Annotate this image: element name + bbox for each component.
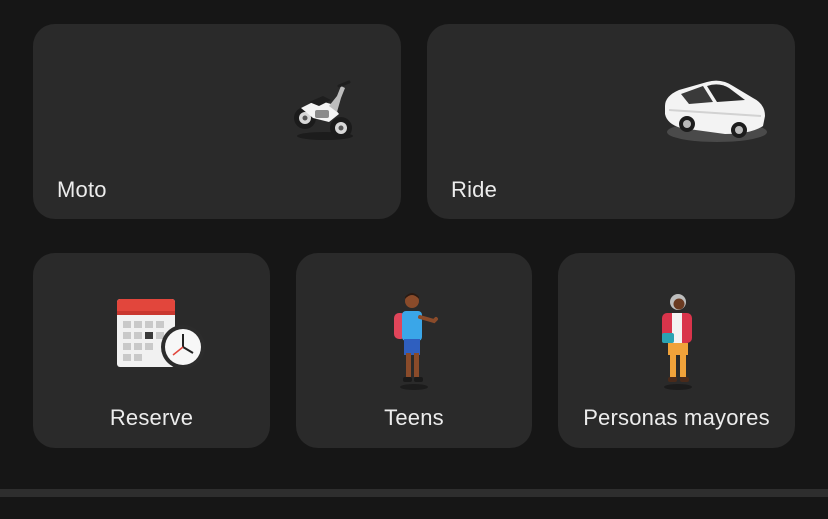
service-label: Ride — [451, 177, 498, 202]
service-label: Personas mayores — [583, 405, 770, 430]
service-card-personas-mayores[interactable]: Personas mayores — [558, 253, 795, 448]
services-screen: Moto Ride Reserve Teens Personas mayores — [0, 0, 828, 519]
teen-person-icon — [394, 293, 438, 390]
service-label: Reserve — [109, 405, 194, 430]
car-icon — [665, 80, 767, 142]
service-card-ride[interactable]: Ride — [427, 24, 795, 219]
service-label: Teens — [384, 405, 444, 430]
senior-person-icon — [662, 294, 692, 390]
service-card-teens[interactable]: Teens — [296, 253, 532, 448]
motorcycle-icon — [294, 80, 353, 140]
service-card-moto[interactable]: Moto — [33, 24, 401, 219]
section-divider — [0, 489, 828, 497]
service-card-reserve[interactable]: Reserve — [33, 253, 270, 448]
service-label: Moto — [57, 177, 107, 202]
calendar-clock-icon — [117, 299, 205, 369]
